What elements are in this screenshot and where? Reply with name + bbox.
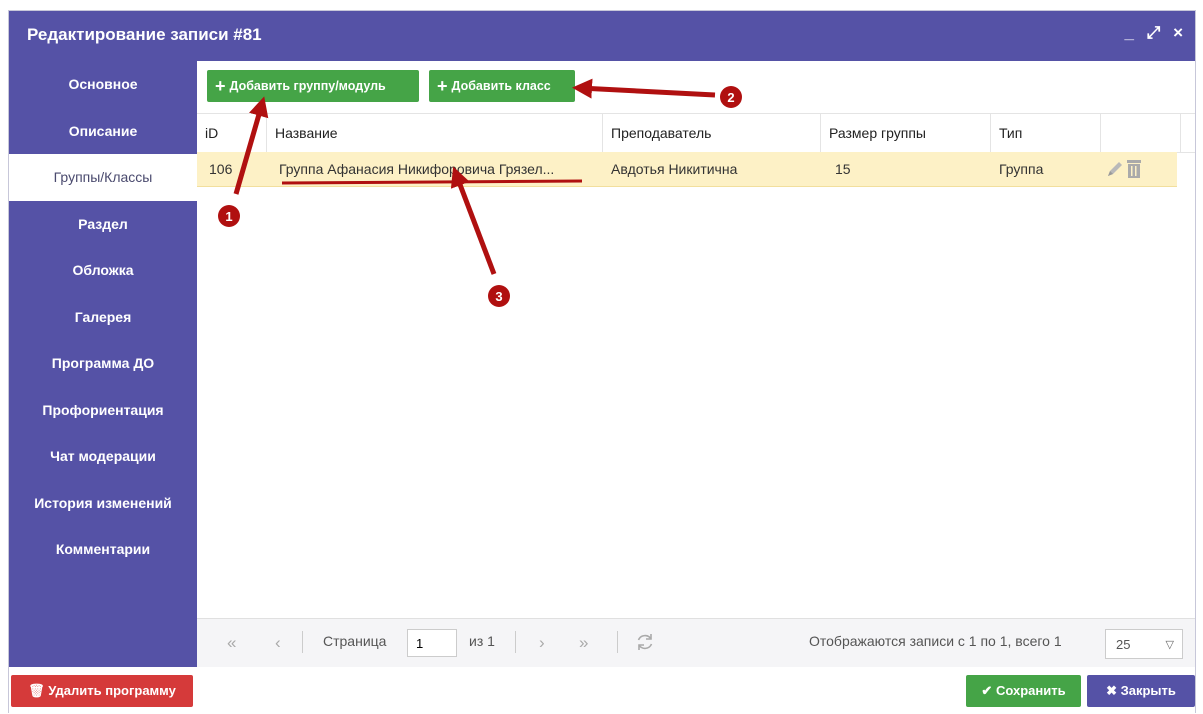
delete-program-button[interactable]: 🗑︎ Удалить программу [11,675,193,707]
first-page-icon[interactable]: « [227,633,236,653]
close-label: Закрыть [1120,683,1176,698]
table-row[interactable]: 106 Группа Афанасия Никифоровича Грязел.… [197,152,1177,187]
chevron-down-icon: ▽ [1165,639,1174,651]
last-page-icon[interactable]: » [579,633,588,653]
cell-name: Группа Афанасия Никифоровича Грязел... [279,161,555,177]
sidebar-item-moderation-chat[interactable]: Чат модерации [9,433,197,480]
sidebar-item-razdel[interactable]: Раздел [9,201,197,248]
sidebar-item-groups[interactable]: Группы/Классы [9,154,197,201]
toolbar: + Добавить группу/модуль + Добавить класс [197,61,1195,111]
save-label: Сохранить [995,683,1066,698]
close-x-icon: ✖ [1106,683,1117,698]
page-size-select[interactable]: 25 ▽ [1105,629,1183,659]
cell-size: 15 [835,161,851,177]
window-title: Редактирование записи #81 [27,25,262,44]
column-teacher[interactable]: Преподаватель [603,114,821,152]
close-icon[interactable]: × [1173,23,1185,43]
sidebar-item-oblozhka[interactable]: Обложка [9,247,197,294]
groups-panel: + Добавить группу/модуль + Добавить класс … [197,61,1195,668]
add-group-button[interactable]: + Добавить группу/модуль [207,70,419,102]
records-summary: Отображаются записи с 1 по 1, всего 1 [809,633,1062,649]
cell-type: Группа [999,161,1044,177]
plus-icon: + [437,76,448,96]
page-size-value: 25 [1116,637,1131,652]
cell-teacher: Авдотья Никитична [611,161,738,177]
column-id[interactable]: iD [197,114,267,152]
add-class-label: Добавить класс [451,79,551,93]
add-class-button[interactable]: + Добавить класс [429,70,575,102]
sidebar-item-gallery[interactable]: Галерея [9,294,197,341]
maximize-icon[interactable]: ⤢ [1147,23,1163,43]
column-actions [1101,114,1181,152]
page-number-input[interactable] [407,629,457,657]
refresh-icon[interactable] [635,632,655,652]
sidebar-item-opisanie[interactable]: Описание [9,108,197,155]
column-name[interactable]: Название [267,114,603,152]
close-button[interactable]: ✖ Закрыть [1087,675,1195,707]
add-group-label: Добавить группу/модуль [229,79,386,93]
trash-icon: 🗑︎ [28,683,45,698]
edit-pencil-icon[interactable] [1105,159,1125,179]
sidebar-item-comments[interactable]: Комментарии [9,526,197,573]
pager-divider [515,631,516,653]
window-footer: 🗑︎ Удалить программу ✔ Сохранить ✖ Закры… [9,667,1195,714]
page-label: Страница [323,633,387,649]
sidebar-item-history[interactable]: История изменений [9,480,197,527]
sidebar-item-career[interactable]: Профориентация [9,387,197,434]
pager-divider [302,631,303,653]
cell-id: 106 [209,161,233,177]
check-icon: ✔ [981,683,993,698]
column-group-size[interactable]: Размер группы [821,114,991,152]
sidebar-item-osnovnoe[interactable]: Основное [9,61,197,108]
delete-program-label: Удалить программу [48,683,176,698]
window-controls: _ ⤢ × [1121,23,1185,43]
sidebar: Основное Описание Группы/Классы Раздел О… [9,61,197,667]
minimize-icon[interactable]: _ [1125,23,1136,43]
trash-icon[interactable] [1125,158,1143,180]
column-type[interactable]: Тип [991,114,1101,152]
page-total: из 1 [469,633,495,649]
prev-page-icon[interactable]: ‹ [275,633,281,653]
window-titlebar: Редактирование записи #81 _ ⤢ × [9,11,1195,61]
sidebar-item-program[interactable]: Программа ДО [9,340,197,387]
table-header: iD Название Преподаватель Размер группы … [197,113,1195,153]
edit-record-window: Редактирование записи #81 _ ⤢ × Основное… [8,10,1196,714]
next-page-icon[interactable]: › [539,633,545,653]
pager-divider [617,631,618,653]
save-button[interactable]: ✔ Сохранить [966,675,1081,707]
plus-icon: + [215,76,226,96]
pagination-bar: « ‹ Страница из 1 › » Отображаются запис… [197,618,1195,668]
